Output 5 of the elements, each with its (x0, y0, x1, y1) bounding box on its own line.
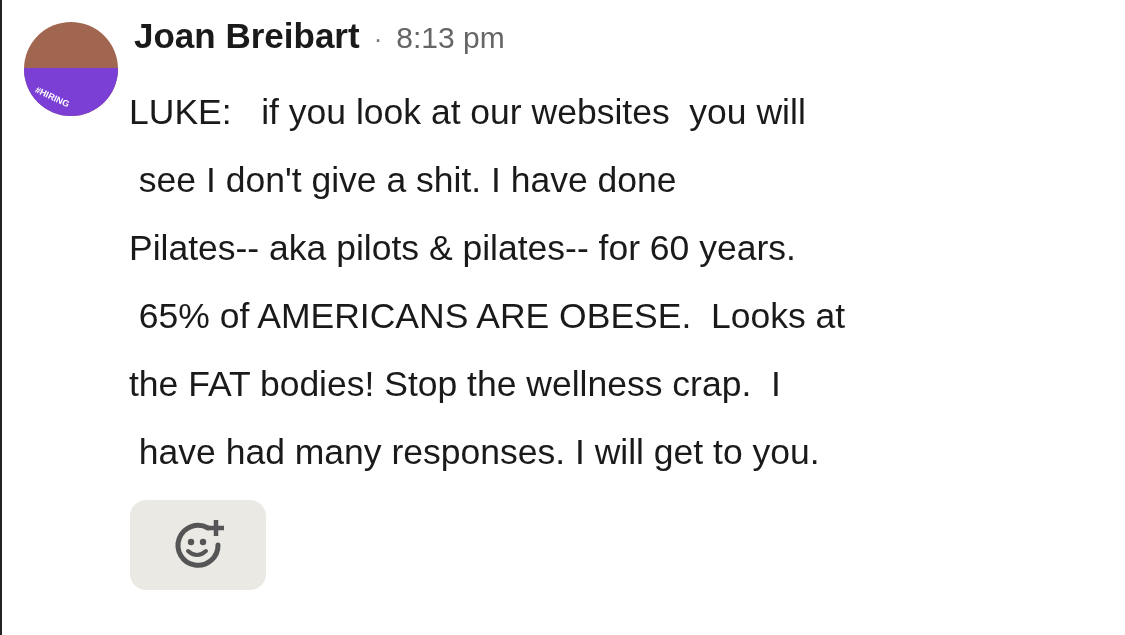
message-text: LUKE: if you look at our websites you will see I don't give a shit. I have done Pilates-- aka pilots & pilates-- for 60 years. 65% of AMERICANS ARE OBESE. Looks at the FAT bodies! Stop the wellness crap. I have had many responses. I will get to you. (129, 91, 846, 474)
separator-dot: · (373, 24, 383, 55)
message-time: 8:13 pm (396, 21, 505, 55)
add-reaction-button[interactable] (130, 500, 266, 590)
sender-name[interactable]: Joan Breibart (134, 16, 360, 56)
